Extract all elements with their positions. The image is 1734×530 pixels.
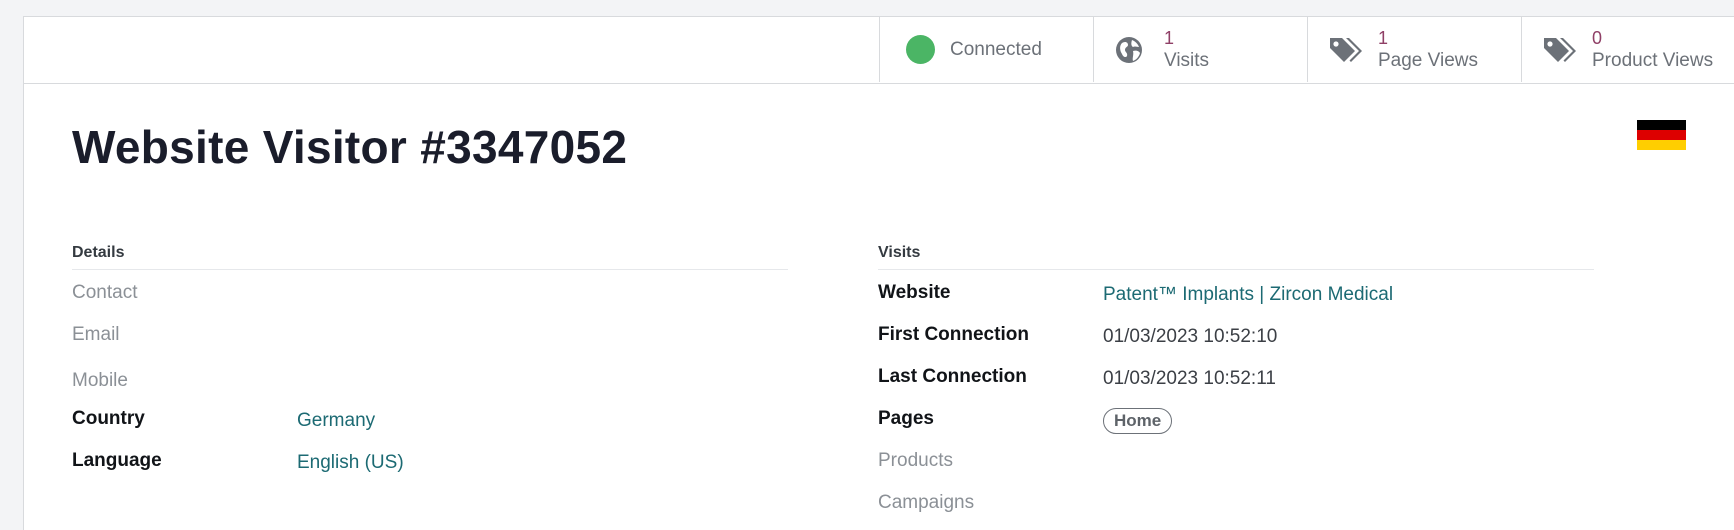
- products-row: Products: [878, 438, 1594, 480]
- product-views-stat-button[interactable]: 0 Product Views: [1521, 17, 1734, 82]
- stat-button-box: Connected 1 Visits 1 Page Views 0 Produc…: [24, 17, 1734, 84]
- website-row: Website Patent™ Implants | Zircon Medica…: [878, 270, 1594, 312]
- country-label: Country: [72, 408, 145, 429]
- connected-status-dot: [906, 35, 935, 64]
- visits-count: 1: [1164, 28, 1175, 48]
- page-views-count: 1: [1378, 28, 1389, 48]
- first-connection-row: First Connection 01/03/2023 10:52:10: [878, 312, 1594, 354]
- globe-icon: [1116, 37, 1142, 63]
- pages-row: Pages Home: [878, 396, 1594, 438]
- website-label: Website: [878, 282, 951, 303]
- last-connection-value: 01/03/2023 10:52:11: [1103, 368, 1276, 389]
- tags-icon: [1330, 38, 1362, 62]
- connected-status-button[interactable]: Connected: [879, 17, 1093, 82]
- mobile-row: Mobile: [72, 354, 788, 396]
- product-views-count: 0: [1592, 28, 1603, 48]
- visits-group: Visits Website Patent™ Implants | Zircon…: [878, 239, 1594, 522]
- form-sheet: Connected 1 Visits 1 Page Views 0 Produc…: [23, 16, 1734, 530]
- language-value-link[interactable]: English (US): [297, 452, 404, 474]
- pages-label: Pages: [878, 408, 934, 429]
- country-value-link[interactable]: Germany: [297, 410, 375, 432]
- email-row: Email: [72, 312, 788, 354]
- contact-label: Contact: [72, 282, 138, 303]
- details-group: Details Contact Email Mobile Country Ger…: [72, 239, 788, 480]
- campaigns-label: Campaigns: [878, 492, 975, 513]
- website-value-link[interactable]: Patent™ Implants | Zircon Medical: [1103, 284, 1393, 306]
- language-label: Language: [72, 450, 162, 471]
- email-label: Email: [72, 324, 120, 345]
- page-views-stat-button[interactable]: 1 Page Views: [1307, 17, 1521, 82]
- first-connection-value: 01/03/2023 10:52:10: [1103, 326, 1278, 347]
- visits-label: Visits: [1164, 50, 1210, 71]
- last-connection-label: Last Connection: [878, 366, 1027, 387]
- products-label: Products: [878, 450, 953, 471]
- pages-tags: Home: [1103, 408, 1173, 434]
- details-group-title: Details: [72, 239, 788, 270]
- mobile-label: Mobile: [72, 370, 128, 391]
- tags-icon: [1544, 38, 1576, 62]
- campaigns-row: Campaigns: [878, 480, 1594, 522]
- visits-stat-button[interactable]: 1 Visits: [1093, 17, 1307, 82]
- germany-flag-icon: [1637, 120, 1686, 150]
- page-views-label: Page Views: [1378, 50, 1478, 71]
- first-connection-label: First Connection: [878, 324, 1029, 345]
- page-title: Website Visitor #3347052: [72, 121, 628, 173]
- last-connection-row: Last Connection 01/03/2023 10:52:11: [878, 354, 1594, 396]
- country-row: Country Germany: [72, 396, 788, 438]
- product-views-label: Product Views: [1592, 50, 1714, 71]
- page-tag-home[interactable]: Home: [1103, 408, 1173, 434]
- visits-group-title: Visits: [878, 239, 1594, 270]
- contact-row: Contact: [72, 270, 788, 312]
- connected-label: Connected: [950, 39, 1042, 60]
- language-row: Language English (US): [72, 438, 788, 480]
